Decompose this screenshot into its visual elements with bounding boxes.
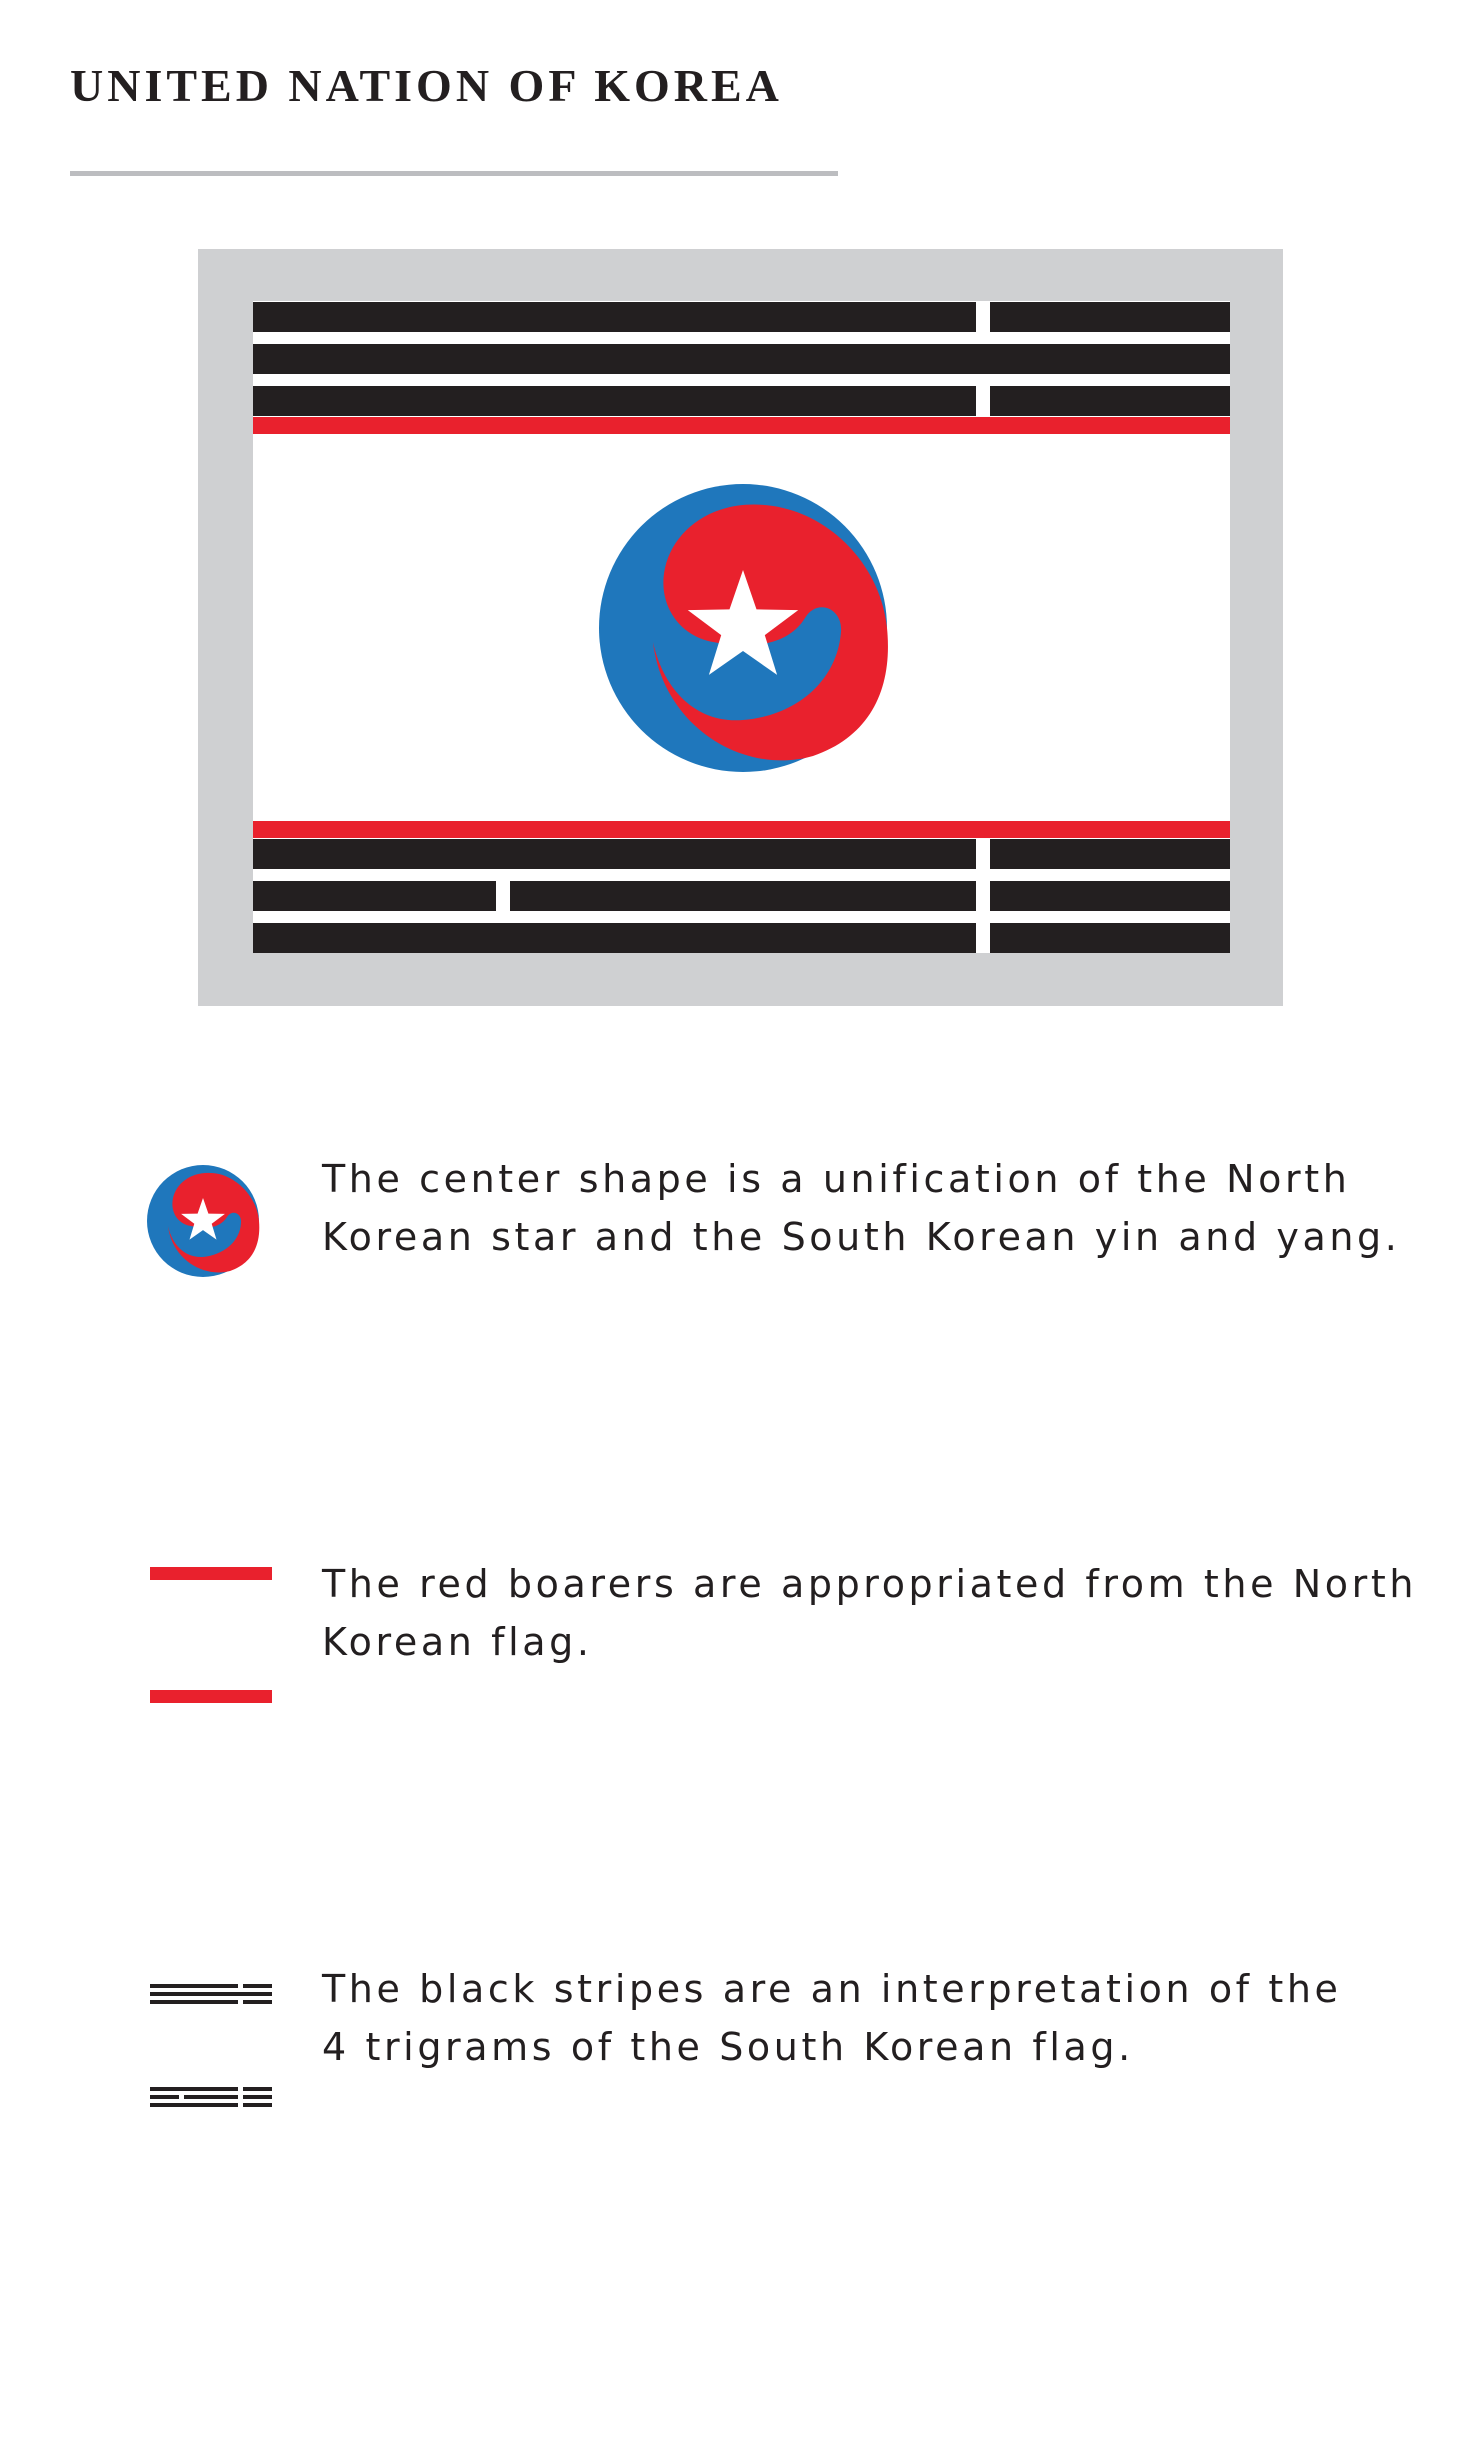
trigram-bar bbox=[990, 923, 1230, 953]
trigram-bar bbox=[253, 302, 976, 332]
bottom-trigram bbox=[253, 839, 1230, 953]
flag-frame bbox=[198, 249, 1283, 1006]
central-emblem-icon bbox=[599, 484, 888, 772]
trigram-bar bbox=[253, 881, 496, 911]
trigram-bar bbox=[253, 923, 976, 953]
page-title: UNITED NATION OF KOREA bbox=[70, 60, 783, 111]
note-line: 4 trigrams of the South Korean flag. bbox=[322, 2025, 1134, 2069]
trigram-bar bbox=[990, 302, 1230, 332]
note-text: The red boarers are appropriated from th… bbox=[322, 1555, 1462, 1671]
note-line: The black stripes are an interpretation … bbox=[322, 1967, 1342, 2011]
trigram-bar bbox=[990, 386, 1230, 416]
trigram-stripes-icon bbox=[150, 1984, 272, 2107]
note-line: The red boarers are appropriated from th… bbox=[322, 1562, 1418, 1606]
title-divider bbox=[70, 171, 838, 176]
trigram-bar bbox=[990, 881, 1230, 911]
trigram-bar bbox=[253, 839, 976, 869]
note-line: Korean flag. bbox=[322, 1620, 593, 1664]
trigram-bar bbox=[253, 344, 1230, 374]
trigram-bar bbox=[510, 881, 976, 911]
red-borders-icon bbox=[150, 1567, 272, 1703]
unified-emblem-icon bbox=[147, 1165, 260, 1277]
trigram-bar bbox=[990, 839, 1230, 869]
trigram-bar bbox=[253, 386, 976, 416]
note-line: Korean star and the South Korean yin and… bbox=[322, 1215, 1401, 1259]
top-trigram bbox=[253, 302, 1230, 416]
flag-illustration bbox=[253, 301, 1230, 953]
note-text: The center shape is a unification of the… bbox=[322, 1150, 1462, 1266]
top-red-border bbox=[253, 417, 1230, 434]
bottom-red-border bbox=[253, 821, 1230, 838]
note-text: The black stripes are an interpretation … bbox=[322, 1960, 1462, 2076]
note-line: The center shape is a unification of the… bbox=[322, 1157, 1351, 1201]
